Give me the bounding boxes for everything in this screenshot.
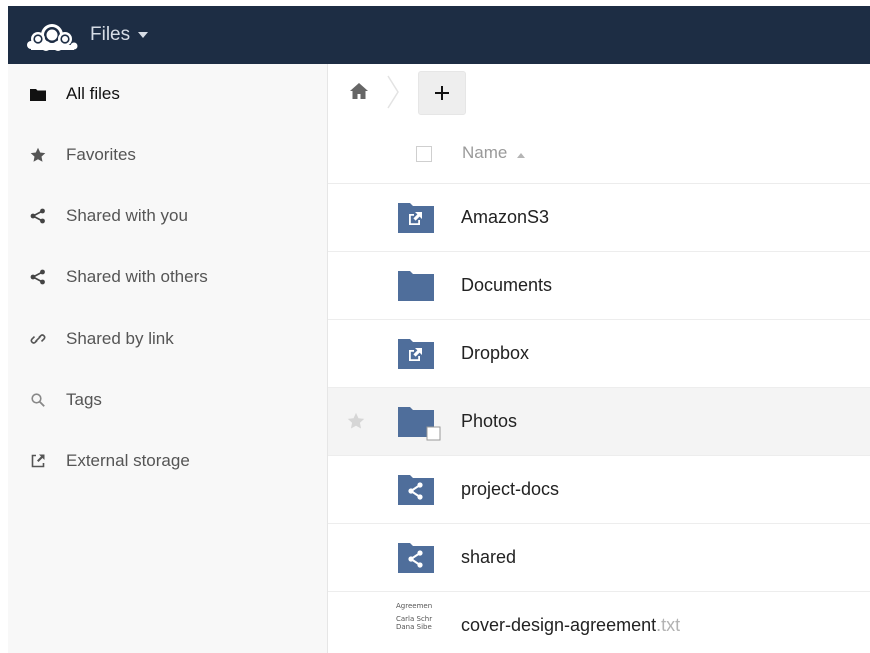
chevron-down-icon <box>138 32 149 38</box>
file-basename: shared <box>461 547 517 567</box>
file-name[interactable]: project-docs <box>461 479 559 500</box>
sidebar-item-label: Shared by link <box>66 329 174 348</box>
external-folder-icon <box>398 339 434 369</box>
sort-ascending-icon <box>517 152 526 158</box>
external-folder-icon <box>398 203 434 233</box>
breadcrumb-separator <box>387 75 399 109</box>
folder-icon <box>398 407 441 441</box>
file-name[interactable]: Documents <box>461 275 552 296</box>
sidebar-item-all-files[interactable]: All files <box>8 70 328 118</box>
link-icon <box>29 330 47 348</box>
share-icon <box>29 268 47 286</box>
file-name[interactable]: Photos <box>461 411 517 432</box>
file-name[interactable]: Dropbox <box>461 343 529 364</box>
app-title: Files <box>90 24 131 45</box>
file-basename: cover-design-agreement <box>461 615 657 635</box>
select-all-checkbox[interactable] <box>416 146 432 162</box>
file-basename: Photos <box>461 411 518 431</box>
folder-icon <box>398 271 434 301</box>
sort-by-name-button[interactable]: Name <box>462 143 526 163</box>
external-icon <box>29 452 47 470</box>
app-header: Files <box>8 6 870 64</box>
file-basename: Documents <box>461 275 553 295</box>
sidebar-item-shared-by-link[interactable]: Shared by link <box>8 315 328 363</box>
file-name[interactable]: cover-design-agreement.txt <box>461 615 680 636</box>
file-extension: .txt <box>656 615 681 635</box>
controls-bar <box>328 64 870 120</box>
favorite-star-icon[interactable] <box>347 412 365 430</box>
folder-icon <box>29 85 47 103</box>
sidebar-item-label: External storage <box>66 451 190 470</box>
file-name[interactable]: shared <box>461 547 516 568</box>
thumbnail-line: Dana Sibe <box>396 622 432 631</box>
sidebar: All files Favorites Shared with you Shar… <box>8 64 328 653</box>
thumbnail-line: Agreemen <box>396 602 433 610</box>
sidebar-item-external-storage[interactable]: External storage <box>8 437 328 485</box>
share-icon <box>29 207 47 225</box>
file-list-header: Name <box>328 130 870 184</box>
text-file-thumbnail: Agreemen Carla Schr Dana Sibe <box>396 602 438 647</box>
file-row[interactable]: Photos <box>328 388 870 456</box>
sidebar-item-shared-with-others[interactable]: Shared with others <box>8 253 328 301</box>
file-basename: Dropbox <box>461 343 530 363</box>
star-icon <box>29 146 47 164</box>
search-icon <box>29 391 47 409</box>
file-row[interactable]: project-docs <box>328 456 870 524</box>
sidebar-item-label: Shared with others <box>66 267 208 286</box>
sidebar-item-label: Favorites <box>66 145 136 164</box>
file-row[interactable]: Documents <box>328 252 870 320</box>
shared-folder-icon <box>398 475 434 505</box>
shared-folder-icon <box>398 543 434 573</box>
sidebar-item-label: Tags <box>66 390 102 409</box>
sidebar-item-label: All files <box>66 84 120 103</box>
new-button[interactable] <box>418 71 466 115</box>
file-row[interactable]: Agreemen Carla Schr Dana Sibe cover-desi… <box>328 592 870 653</box>
plus-icon <box>435 86 449 100</box>
file-row[interactable]: Dropbox <box>328 320 870 388</box>
home-icon[interactable] <box>348 80 370 102</box>
sidebar-item-label: Shared with you <box>66 206 188 225</box>
sidebar-item-shared-with-you[interactable]: Shared with you <box>8 192 328 240</box>
file-area: Name AmazonS3 Documents Dropbox Photos p… <box>328 64 870 653</box>
cloud-logo-icon[interactable] <box>24 15 80 55</box>
app-menu-toggle[interactable]: Files <box>90 24 149 46</box>
file-row[interactable]: shared <box>328 524 870 592</box>
sidebar-item-favorites[interactable]: Favorites <box>8 131 328 179</box>
file-row[interactable]: AmazonS3 <box>328 184 870 252</box>
file-name[interactable]: AmazonS3 <box>461 207 549 228</box>
file-basename: project-docs <box>461 479 560 499</box>
sidebar-item-tags[interactable]: Tags <box>8 376 328 424</box>
file-basename: AmazonS3 <box>461 207 550 227</box>
column-header-name: Name <box>462 143 508 162</box>
